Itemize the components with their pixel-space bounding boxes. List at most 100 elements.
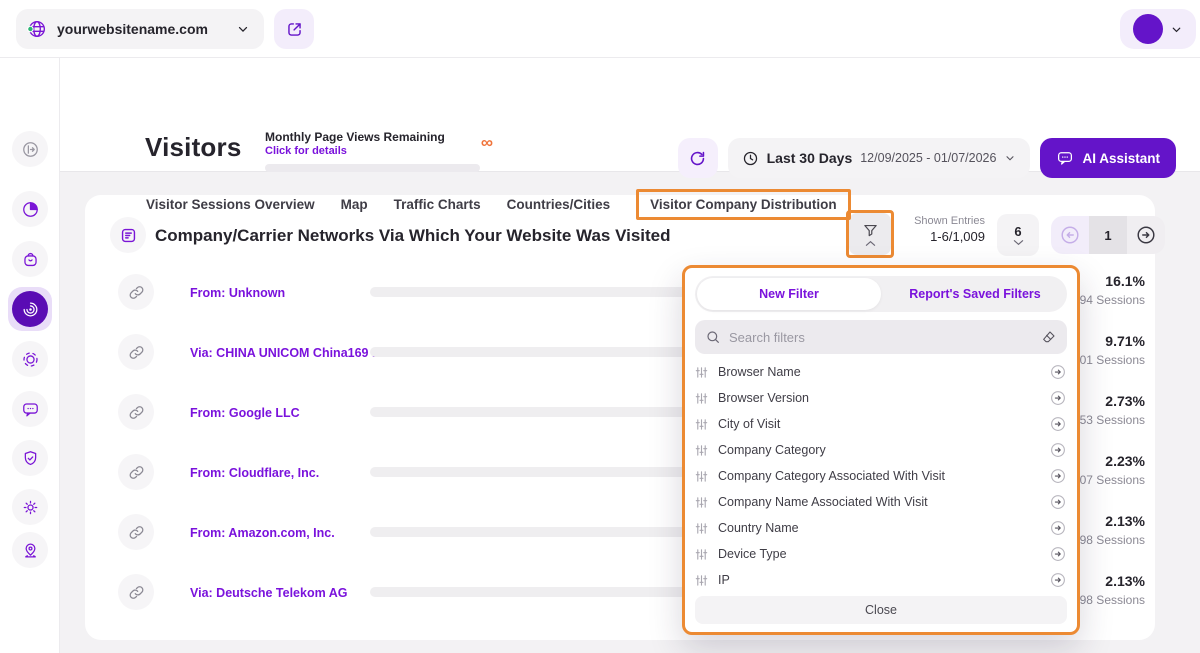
sessions-percent: 2.23% (1105, 453, 1145, 469)
chat-icon (21, 400, 40, 419)
tab-map[interactable]: Map (341, 190, 368, 219)
filter-panel: New FilterReport's Saved Filters Browser… (682, 265, 1080, 635)
sidebar-item-gear[interactable] (12, 489, 48, 525)
filter-item-label: Browser Version (718, 391, 810, 405)
filter-item-label: Company Name Associated With Visit (718, 495, 928, 509)
filter-search-input[interactable] (729, 329, 1033, 345)
filter-item-company-category-associated-with-visit[interactable]: Company Category Associated With Visit (695, 463, 1067, 489)
sidebar-item-recordings[interactable] (12, 341, 48, 377)
tab-visitor-sessions-overview[interactable]: Visitor Sessions Overview (146, 190, 315, 219)
drag-handle-icon[interactable] (695, 496, 708, 509)
filter-search[interactable] (695, 320, 1067, 354)
sessions-percent: 2.73% (1105, 393, 1145, 409)
tab-traffic-charts[interactable]: Traffic Charts (394, 190, 481, 219)
filter-tab-new-filter[interactable]: New Filter (697, 278, 881, 310)
network-label[interactable]: Via: Deutsche Telekom AG (190, 586, 347, 600)
report-tabs: Visitor Sessions Overview Map Traffic Char… (146, 189, 851, 220)
drag-handle-icon[interactable] (695, 522, 708, 535)
page-views-progress (265, 164, 480, 172)
sessions-percent: 9.71% (1105, 333, 1145, 349)
network-label[interactable]: From: Unknown (190, 286, 285, 300)
sidebar-item-shield-check[interactable] (12, 440, 48, 476)
filter-item-device-type[interactable]: Device Type (695, 541, 1067, 567)
sessions-percent: 16.1% (1105, 273, 1145, 289)
date-preset: Last 30 Days (766, 150, 853, 166)
bag-icon (21, 250, 40, 269)
filter-item-browser-version[interactable]: Browser Version (695, 385, 1067, 411)
drag-handle-icon[interactable] (695, 548, 708, 561)
arrow-right-circle-icon[interactable] (1049, 571, 1067, 589)
page-views-widget: Monthly Page Views Remaining Click for d… (265, 130, 493, 172)
arrow-right-circle-icon[interactable] (1049, 363, 1067, 381)
radar-icon (12, 291, 48, 327)
page-views-details-link[interactable]: Click for details (265, 145, 493, 157)
filter-item-company-category[interactable]: Company Category (695, 437, 1067, 463)
network-label[interactable]: From: Cloudflare, Inc. (190, 466, 319, 480)
sidebar-item-chat[interactable] (12, 391, 48, 427)
ai-assistant-button[interactable]: AI Assistant (1040, 138, 1176, 178)
sidebar-item-collapse[interactable] (12, 131, 48, 167)
external-link-icon (285, 20, 304, 39)
filter-item-city-of-visit[interactable]: City of Visit (695, 411, 1067, 437)
arrow-right-circle-icon[interactable] (1049, 519, 1067, 537)
tab-countries-cities[interactable]: Countries/Cities (507, 190, 611, 219)
arrow-left-circle-icon (1059, 224, 1081, 246)
annotation-highlight-filter (846, 210, 894, 258)
open-website-button[interactable] (274, 9, 314, 49)
network-label[interactable]: From: Google LLC (190, 406, 300, 420)
eraser-icon[interactable] (1041, 329, 1057, 345)
current-page: 1 (1089, 216, 1127, 254)
arrow-right-circle-icon[interactable] (1049, 415, 1067, 433)
drag-handle-icon[interactable] (695, 470, 708, 483)
next-page-button[interactable] (1127, 216, 1165, 254)
filter-item-label: Company Category (718, 443, 826, 457)
account-menu[interactable] (1120, 9, 1196, 49)
drag-handle-icon[interactable] (695, 444, 708, 457)
website-selector[interactable]: yourwebsitename.com (16, 9, 264, 49)
website-name: yourwebsitename.com (57, 21, 208, 37)
filter-item-label: City of Visit (718, 417, 781, 431)
drag-handle-icon[interactable] (695, 574, 708, 587)
filter-item-ip[interactable]: IP (695, 567, 1067, 593)
arrow-right-circle-icon[interactable] (1049, 545, 1067, 563)
filter-item-browser-name[interactable]: Browser Name (695, 359, 1067, 385)
network-label[interactable]: From: Amazon.com, Inc. (190, 526, 335, 540)
recordings-icon (21, 350, 40, 369)
close-filter-button[interactable]: Close (695, 596, 1067, 624)
ai-assistant-label: AI Assistant (1082, 150, 1160, 166)
filter-item-country-name[interactable]: Country Name (695, 515, 1067, 541)
collapse-icon (21, 140, 40, 159)
arrow-right-circle-icon[interactable] (1049, 467, 1067, 485)
sessions-count: 901 Sessions (1072, 353, 1145, 367)
sessions-percent: 2.13% (1105, 513, 1145, 529)
prev-page-button[interactable] (1051, 216, 1089, 254)
date-range-picker[interactable]: Last 30 Days 12/09/2025 - 01/07/2026 (727, 138, 1031, 178)
filter-item-label: Device Type (718, 547, 787, 561)
filter-item-company-name-associated-with-visit[interactable]: Company Name Associated With Visit (695, 489, 1067, 515)
page-size-select[interactable]: 6 (997, 214, 1039, 256)
sidebar-item-pie-chart[interactable] (12, 191, 48, 227)
location-pin-icon (21, 541, 40, 560)
sidebar-item-radar[interactable] (8, 287, 52, 331)
filter-item-label: Country Name (718, 521, 799, 535)
drag-handle-icon[interactable] (695, 418, 708, 431)
filter-tab-report-s-saved-filters[interactable]: Report's Saved Filters (883, 276, 1067, 312)
arrow-right-circle-icon[interactable] (1049, 441, 1067, 459)
arrow-right-circle-icon (1135, 224, 1157, 246)
link-icon (118, 574, 154, 610)
tab-visitor-company-distribution[interactable]: Visitor Company Distribution (636, 189, 851, 220)
filter-button[interactable] (849, 213, 891, 255)
chevron-down-icon (1170, 23, 1183, 36)
pie-chart-icon (21, 200, 40, 219)
clock-icon (742, 150, 759, 167)
link-icon (118, 334, 154, 370)
arrow-right-circle-icon[interactable] (1049, 389, 1067, 407)
card-title: Company/Carrier Networks Via Which Your … (155, 226, 671, 245)
sidebar-item-location-pin[interactable] (12, 532, 48, 568)
page-title: Visitors (145, 132, 242, 162)
sidebar-item-bag[interactable] (12, 241, 48, 277)
drag-handle-icon[interactable] (695, 392, 708, 405)
drag-handle-icon[interactable] (695, 366, 708, 379)
arrow-right-circle-icon[interactable] (1049, 493, 1067, 511)
refresh-button[interactable] (677, 138, 718, 178)
